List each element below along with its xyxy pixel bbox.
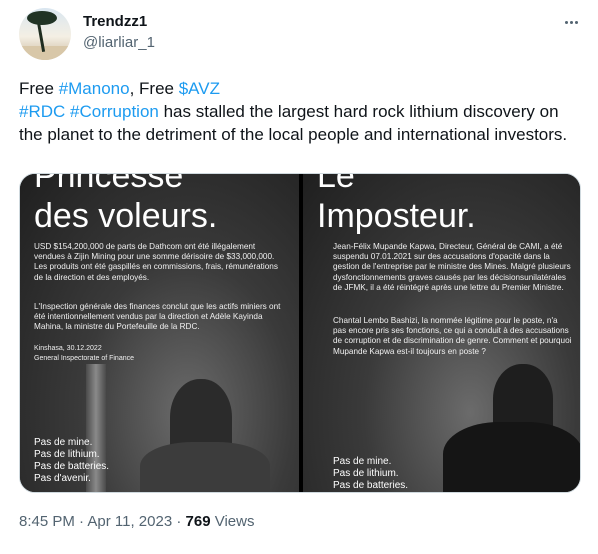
footer-line: Pas de batteries. <box>333 480 409 491</box>
footer-line: Pas de lithium. <box>333 468 399 479</box>
poster-source-name: General Inspectorate of Finance <box>34 355 135 362</box>
text-segment: Free <box>19 79 59 98</box>
footer-line: Pas d'avenir. <box>34 473 91 484</box>
tweet-media[interactable]: Princesse des voleurs. USD $154,200,000 … <box>19 173 581 493</box>
hashtag-corruption[interactable]: #Corruption <box>70 102 159 121</box>
tweet-header: Trendzz1 @liarliar_1 <box>19 8 589 64</box>
text-segment: , Free <box>129 79 179 98</box>
media-image-left[interactable]: Princesse des voleurs. USD $154,200,000 … <box>20 174 299 492</box>
poster-footer: Pas de mine. Pas de lithium. Pas de batt… <box>333 456 408 492</box>
tweet-date[interactable]: Apr 11, 2023 <box>87 513 172 530</box>
poster-paragraph: Jean-Félix Mupande Kapwa, Directeur, Gén… <box>333 242 571 292</box>
footer-line: Pas de batteries. <box>34 461 110 472</box>
author-name[interactable]: Trendzz1 <box>83 13 147 30</box>
author-handle[interactable]: @liarliar_1 <box>83 34 155 51</box>
poster-title-top: Princesse <box>34 174 184 195</box>
separator: · <box>172 513 186 530</box>
separator: · <box>74 513 88 530</box>
poster-paragraph: USD $154,200,000 de parts de Dathcom ont… <box>34 242 278 282</box>
tweet-text: Free #Manono, Free $AVZ #RDC #Corruption… <box>19 77 584 146</box>
media-image-right[interactable]: Le Imposteur. Jean-Félix Mupande Kapwa, … <box>303 174 580 492</box>
poster-title: Imposteur. <box>317 197 476 235</box>
poster-source-date: Kinshasa, 30.12.2022 <box>34 345 102 352</box>
tweet-meta: 8:45 PM · Apr 11, 2023 · 769 Views <box>19 513 254 530</box>
views-count: 769 <box>185 513 211 530</box>
poster-footer: Pas de mine. Pas de lithium. Pas de batt… <box>34 437 109 485</box>
footer-line: Pas de mine. <box>333 456 392 467</box>
views-label: Views <box>210 513 255 530</box>
poster-paragraph: Chantal Lembo Bashizi, la nommée légitim… <box>333 316 572 356</box>
poster-paragraph: L'Inspection générale des finances concl… <box>34 302 281 332</box>
poster-title: des voleurs. <box>34 197 218 235</box>
tweet-time[interactable]: 8:45 PM <box>19 513 75 530</box>
poster-title-top: Le <box>317 174 355 195</box>
hashtag-rdc[interactable]: #RDC <box>19 102 65 121</box>
footer-line: Pas de lithium. <box>34 449 100 460</box>
beach-palm-avatar-icon[interactable] <box>19 8 71 60</box>
footer-line: Pas de mine. <box>34 437 93 448</box>
hashtag-manono[interactable]: #Manono <box>59 79 130 98</box>
portrait-body-shape <box>443 422 580 492</box>
cashtag-avz[interactable]: $AVZ <box>179 79 220 98</box>
portrait-body-shape <box>140 442 270 492</box>
more-horizontal-icon[interactable] <box>559 12 583 32</box>
